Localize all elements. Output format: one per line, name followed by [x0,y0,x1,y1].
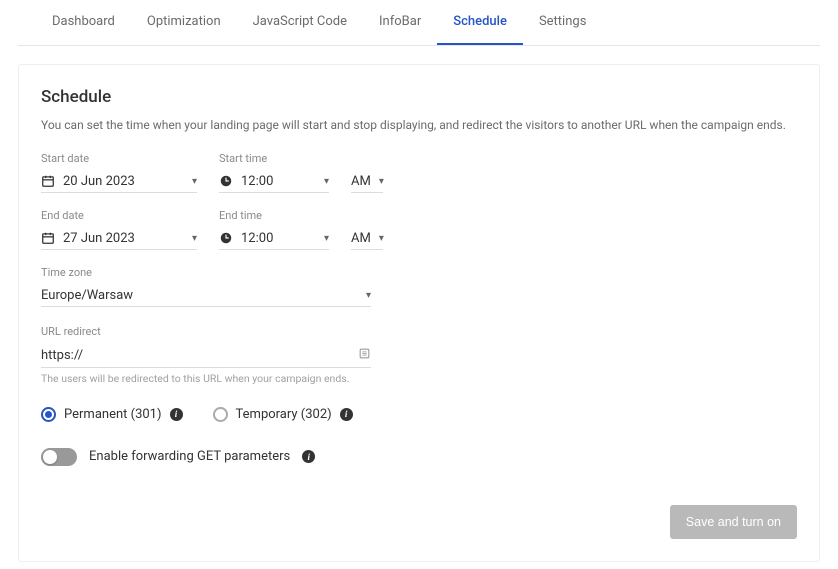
end-ampm-picker[interactable]: AM ▾ [351,228,383,250]
clock-icon [219,174,233,188]
timezone-label: Time zone [41,266,797,279]
tab-dashboard[interactable]: Dashboard [36,0,131,45]
end-time-label: End time [219,209,329,222]
start-ampm-value: AM [351,174,371,189]
radio-circle-icon [41,407,56,422]
start-date-picker[interactable]: 20 Jun 2023 ▾ [41,171,197,193]
schedule-panel: Schedule You can set the time when your … [18,64,820,562]
chevron-down-icon: ▾ [192,176,197,187]
end-time-picker[interactable]: 12:00 ▾ [219,228,329,250]
chevron-down-icon: ▾ [366,290,371,301]
redirect-permanent-radio[interactable]: Permanent (301) i [41,407,183,422]
info-icon[interactable]: i [302,450,315,463]
chevron-down-icon: ▾ [192,233,197,244]
url-redirect-helper: The users will be redirected to this URL… [41,372,371,385]
url-redirect-field[interactable] [41,344,371,368]
start-date-label: Start date [41,152,197,165]
url-redirect-input[interactable] [41,348,358,363]
forward-get-toggle[interactable] [41,448,77,466]
end-date-picker[interactable]: 27 Jun 2023 ▾ [41,228,197,250]
redirect-temporary-label: Temporary (302) [236,407,332,422]
chevron-down-icon: ▾ [379,176,384,187]
panel-description: You can set the time when your landing p… [41,117,797,134]
chevron-down-icon: ▾ [324,176,329,187]
tab-javascript-code[interactable]: JavaScript Code [237,0,363,45]
timezone-picker[interactable]: Europe/Warsaw ▾ [41,285,371,307]
redirect-permanent-label: Permanent (301) [64,407,162,422]
radio-circle-icon [213,407,228,422]
start-time-label: Start time [219,152,329,165]
timezone-value: Europe/Warsaw [41,288,358,303]
clock-icon [219,231,233,245]
save-and-turn-on-button[interactable]: Save and turn on [670,505,797,539]
url-redirect-label: URL redirect [41,325,797,338]
tab-bar: Dashboard Optimization JavaScript Code I… [18,0,820,46]
tab-infobar[interactable]: InfoBar [363,0,437,45]
tab-settings[interactable]: Settings [523,0,602,45]
redirect-temporary-radio[interactable]: Temporary (302) i [213,407,353,422]
end-time-value: 12:00 [241,231,316,246]
start-date-value: 20 Jun 2023 [63,174,184,189]
start-time-value: 12:00 [241,174,316,189]
end-ampm-value: AM [351,231,371,246]
start-ampm-picker[interactable]: AM ▾ [351,171,383,193]
tab-optimization[interactable]: Optimization [131,0,237,45]
info-icon[interactable]: i [170,408,183,421]
forward-get-label: Enable forwarding GET parameters [89,449,290,464]
end-date-value: 27 Jun 2023 [63,231,184,246]
calendar-icon [41,174,55,188]
end-date-label: End date [41,209,197,222]
info-icon[interactable]: i [340,408,353,421]
chevron-down-icon: ▾ [379,233,384,244]
tab-schedule[interactable]: Schedule [437,0,523,45]
panel-title: Schedule [41,87,797,107]
start-time-picker[interactable]: 12:00 ▾ [219,171,329,193]
keyboard-icon [358,347,371,364]
chevron-down-icon: ▾ [324,233,329,244]
calendar-icon [41,231,55,245]
